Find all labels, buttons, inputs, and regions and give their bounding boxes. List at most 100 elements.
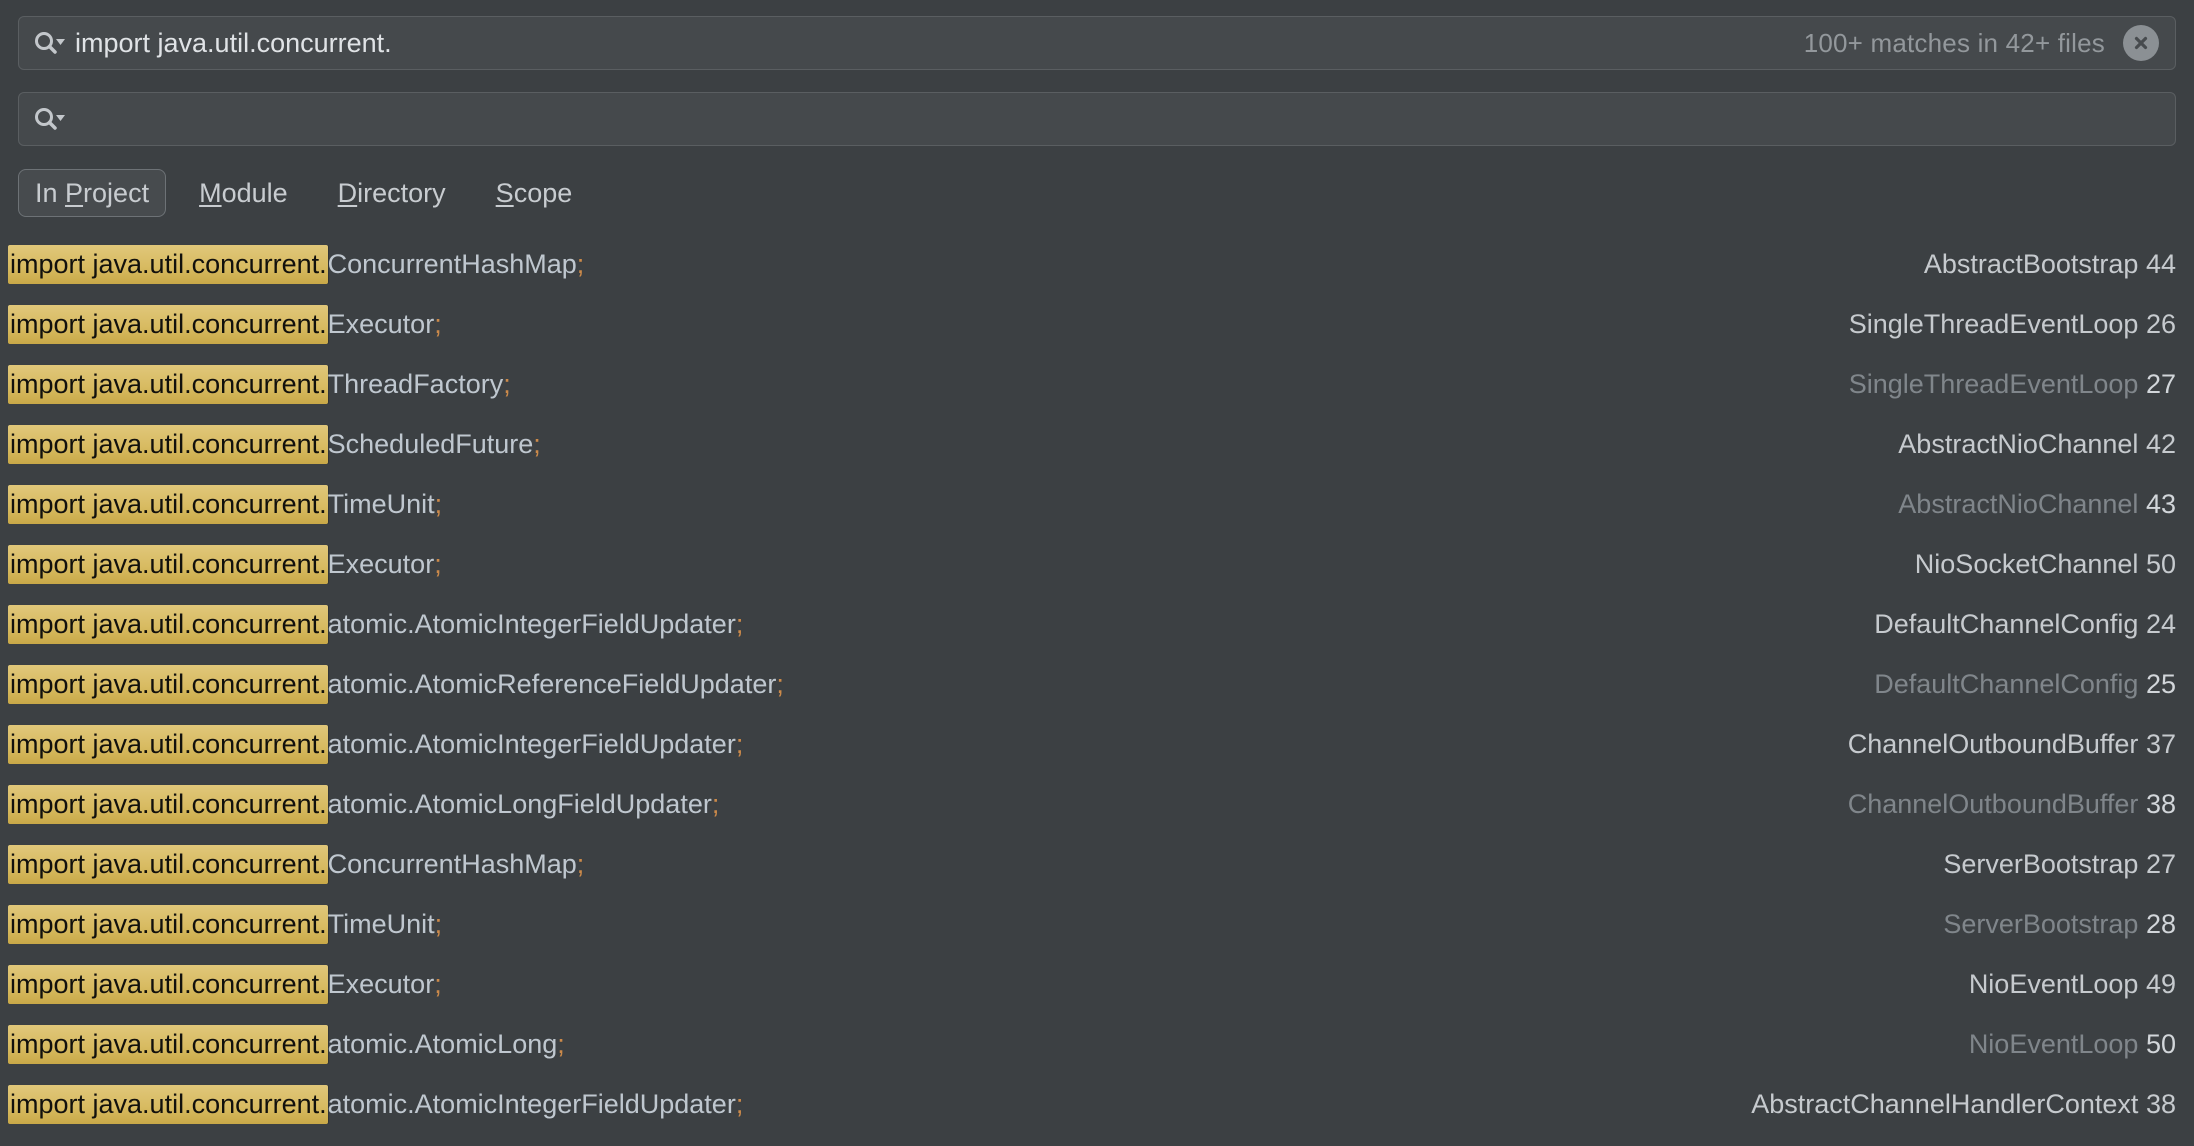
search-icon[interactable] (19, 93, 73, 145)
result-code-line: import java.util.concurrent. atomic.Atomi… (8, 724, 1808, 764)
result-line-number: 38 (2145, 1089, 2176, 1119)
scope-tab-directory[interactable]: Directory (321, 169, 463, 217)
result-line-number: 49 (2145, 969, 2176, 999)
search-results-list[interactable]: import java.util.concurrent. ConcurrentHa… (0, 234, 2194, 1146)
result-row[interactable]: import java.util.concurrent. Executor; Nio… (0, 954, 2194, 1014)
result-line-number: 25 (2145, 669, 2176, 699)
match-highlight: import java.util.concurrent. (8, 904, 328, 944)
result-file-name: DefaultChannelConfig (1874, 609, 2139, 639)
result-row[interactable]: import java.util.concurrent. atomic.Atomi… (0, 774, 2194, 834)
result-row[interactable]: import java.util.concurrent. ScheduledFut… (0, 414, 2194, 474)
match-highlight: import java.util.concurrent. (8, 664, 328, 704)
result-code-remainder: ScheduledFuture (327, 429, 534, 459)
result-code-terminator: ; (434, 909, 443, 939)
find-in-path-popup: 100+ matches in 42+ files In Project Mod… (0, 0, 2194, 1146)
result-code-line: import java.util.concurrent. TimeUnit; (8, 904, 1903, 944)
result-code-terminator: ; (735, 1089, 744, 1119)
result-code-remainder: TimeUnit (327, 489, 435, 519)
scope-tab-scope[interactable]: Scope (479, 169, 590, 217)
result-row[interactable]: import java.util.concurrent. atomic.Atomi… (0, 1014, 2194, 1074)
result-row[interactable]: import java.util.concurrent. atomic.Atomi… (0, 654, 2194, 714)
result-row[interactable]: import java.util.concurrent. atomic.Atomi… (0, 594, 2194, 654)
result-file-name: AbstractNioChannel (1898, 489, 2139, 519)
result-row[interactable]: import java.util.concurrent. ConcurrentHa… (0, 834, 2194, 894)
search-input[interactable] (73, 17, 1804, 69)
result-code-line: import java.util.concurrent. Executor; (8, 304, 1809, 344)
result-file-reference: SingleThreadEventLoop 26 (1809, 308, 2176, 340)
result-code-remainder: ConcurrentHashMap (327, 849, 577, 879)
close-icon[interactable] (2123, 25, 2159, 61)
result-file-reference: AbstractNioChannel 42 (1858, 428, 2176, 460)
result-code-line: import java.util.concurrent. ConcurrentHa… (8, 244, 1884, 284)
result-file-name: NioEventLoop (1968, 969, 2139, 999)
result-file-reference: ChannelOutboundBuffer 38 (1808, 788, 2176, 820)
result-code-remainder: Executor (327, 969, 435, 999)
result-code-terminator: ; (434, 309, 442, 339)
result-row[interactable]: import java.util.concurrent. TimeUnit; Ser… (0, 894, 2194, 954)
result-line-number: 50 (2145, 1029, 2176, 1059)
result-code-terminator: ; (576, 849, 585, 879)
result-row[interactable]: import java.util.concurrent. Executor; Nio… (0, 534, 2194, 594)
result-file-name: SingleThreadEventLoop (1848, 309, 2139, 339)
result-code-remainder: ConcurrentHashMap (327, 249, 577, 279)
search-field-row[interactable]: 100+ matches in 42+ files (18, 16, 2176, 70)
file-mask-input[interactable] (73, 93, 2175, 145)
result-file-name: AbstractBootstrap (1923, 249, 2139, 279)
result-code-terminator: ; (735, 609, 744, 639)
result-row[interactable]: import java.util.concurrent. atomic.Atomi… (0, 1074, 2194, 1134)
result-code-terminator: ; (557, 1029, 565, 1059)
search-icon[interactable] (19, 17, 73, 69)
result-line-number: 28 (2145, 909, 2176, 939)
scope-tab-prefix: In (35, 178, 66, 208)
result-row[interactable]: import java.util.concurrent. atomic.Atomi… (0, 714, 2194, 774)
result-line-number: 38 (2145, 789, 2176, 819)
result-code-terminator: ; (434, 549, 442, 579)
result-code-remainder: atomic.AtomicReferenceFieldUpdater (327, 669, 777, 699)
result-code-line: import java.util.concurrent. ConcurrentHa… (8, 844, 1903, 884)
result-line-number: 26 (2145, 309, 2176, 339)
result-file-reference: ServerBootstrap 28 (1903, 908, 2176, 940)
result-code-remainder: TimeUnit (327, 909, 435, 939)
result-row[interactable]: import java.util.concurrent. TimeUnit; Abs… (0, 474, 2194, 534)
scope-tab-in-project[interactable]: In Project (18, 169, 167, 217)
result-file-reference: NioSocketChannel 50 (1875, 548, 2176, 580)
scope-tab-suffix: cope (513, 178, 573, 208)
result-file-reference: AbstractNioChannel 43 (1858, 488, 2176, 520)
result-row[interactable]: import java.util.concurrent. ConcurrentHa… (0, 234, 2194, 294)
result-row[interactable]: import java.util.concurrent. Executor; Sin… (0, 294, 2194, 354)
result-file-name: NioEventLoop (1968, 1029, 2139, 1059)
result-code-terminator: ; (711, 789, 720, 819)
match-highlight: import java.util.concurrent. (8, 364, 328, 404)
result-line-number: 50 (2145, 549, 2176, 579)
scope-tab-suffix: roject (83, 178, 150, 208)
result-code-line: import java.util.concurrent. atomic.Atomi… (8, 604, 1834, 644)
match-highlight: import java.util.concurrent. (8, 484, 328, 524)
file-mask-field-row[interactable] (18, 92, 2176, 146)
result-file-name: ServerBootstrap (1943, 909, 2139, 939)
scope-tab-mnemonic: P (65, 178, 84, 208)
result-file-name: DefaultChannelConfig (1874, 669, 2139, 699)
result-code-remainder: atomic.AtomicLongFieldUpdater (327, 789, 712, 819)
scope-tab-module[interactable]: Module (182, 169, 305, 217)
match-highlight: import java.util.concurrent. (8, 784, 328, 824)
result-code-remainder: atomic.AtomicIntegerFieldUpdater (327, 1089, 736, 1119)
match-highlight: import java.util.concurrent. (8, 424, 328, 464)
result-file-reference: ChannelOutboundBuffer 37 (1808, 728, 2176, 760)
result-row[interactable]: import java.util.concurrent. ThreadFactor… (0, 354, 2194, 414)
result-file-reference: SingleThreadEventLoop 27 (1809, 368, 2176, 400)
scope-tab-mnemonic: D (337, 178, 358, 208)
result-file-reference: DefaultChannelConfig 25 (1834, 668, 2176, 700)
result-code-remainder: ThreadFactory (327, 369, 504, 399)
result-code-line: import java.util.concurrent. atomic.Atomi… (8, 1024, 1929, 1064)
result-line-number: 43 (2145, 489, 2176, 519)
result-code-remainder: Executor (327, 549, 435, 579)
